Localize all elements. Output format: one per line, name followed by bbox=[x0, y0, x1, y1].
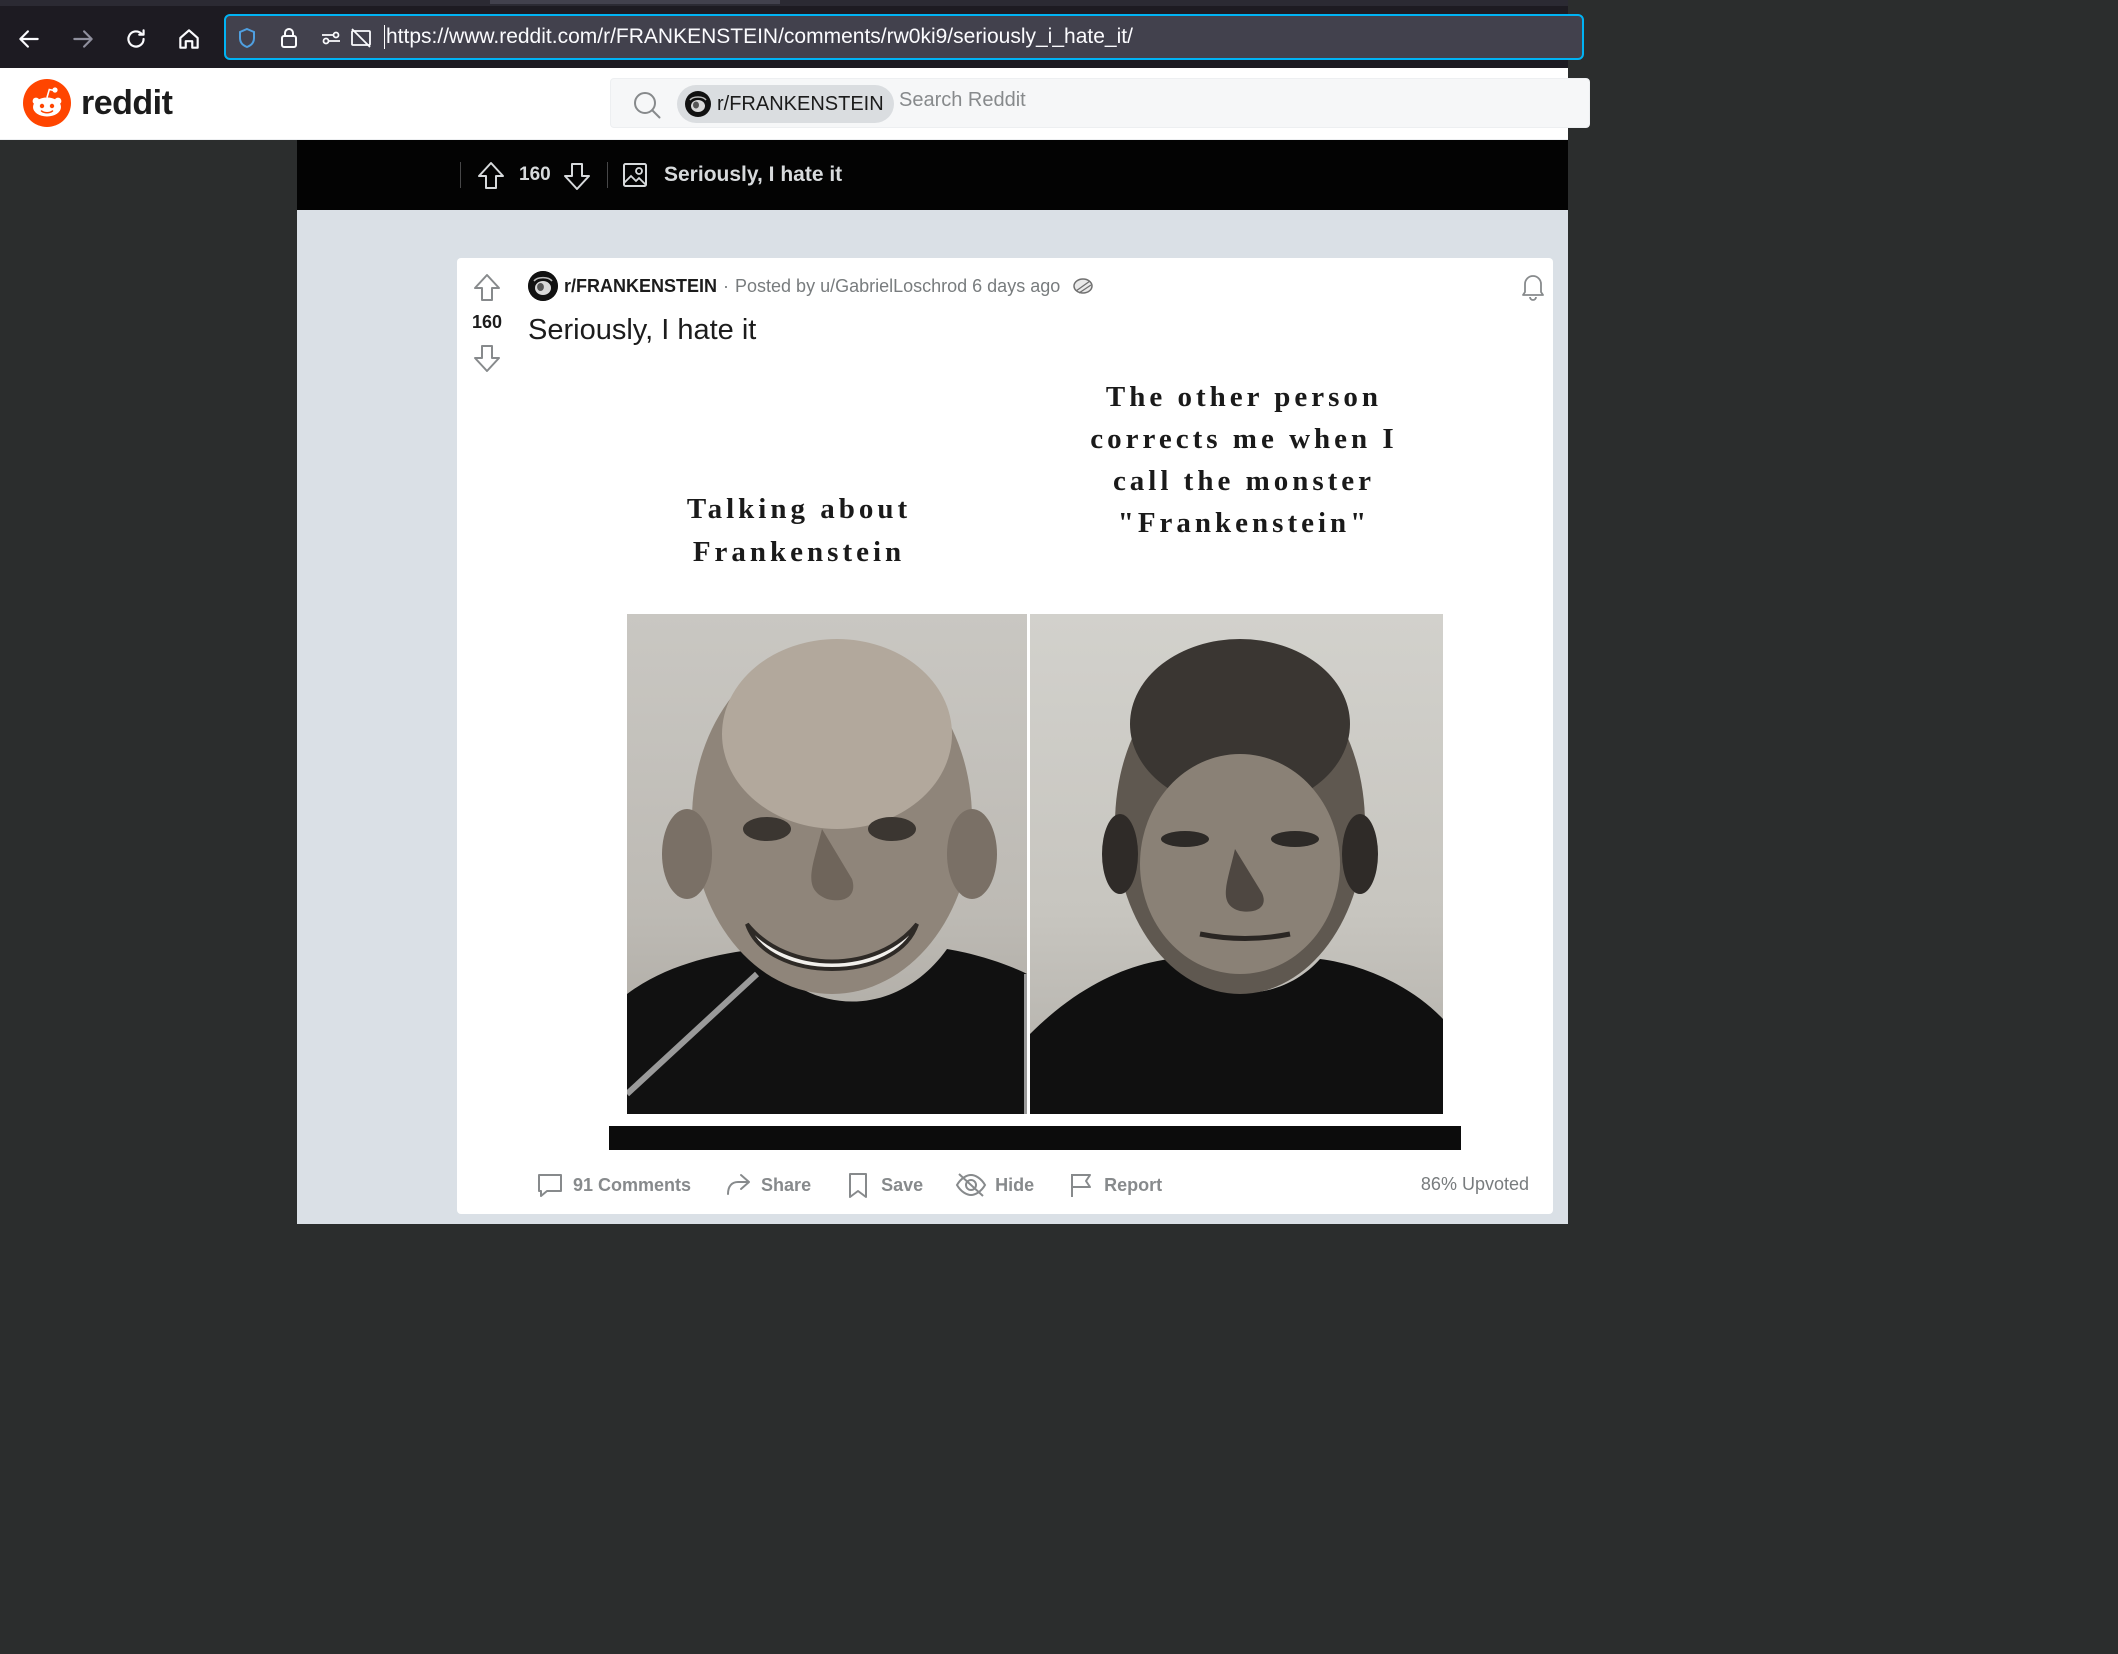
flag-icon bbox=[1071, 1174, 1092, 1197]
upvote-percentage: 86% Upvoted bbox=[1420, 1174, 1529, 1194]
post-sticky-bar: 160 Seriously, I hate it bbox=[297, 140, 1568, 210]
upvote-icon[interactable] bbox=[475, 160, 507, 192]
hide-eye-icon bbox=[955, 1173, 987, 1197]
tab-strip bbox=[0, 0, 1568, 6]
award-icon[interactable] bbox=[1070, 273, 1096, 299]
divider bbox=[460, 162, 461, 188]
bell-icon[interactable] bbox=[1517, 270, 1549, 302]
overlay-backdrop[interactable] bbox=[0, 140, 297, 1224]
share-button[interactable]: Share bbox=[723, 1170, 811, 1200]
post-card: 160 r/FRANKENSTEIN · Posted by u/Gabriel… bbox=[457, 258, 1553, 1214]
subreddit-link[interactable]: r/FRANKENSTEIN bbox=[564, 276, 717, 297]
home-icon bbox=[179, 29, 199, 49]
meme-caption-right: The other person corrects me when I call… bbox=[1090, 381, 1398, 539]
url-text[interactable]: https://www.reddit.com/r/FRANKENSTEIN/co… bbox=[384, 25, 1133, 49]
save-button[interactable]: Save bbox=[843, 1170, 923, 1200]
forward-arrow-icon bbox=[73, 30, 93, 48]
meta-separator: · bbox=[723, 275, 730, 296]
reload-button[interactable] bbox=[119, 22, 153, 56]
forward-button[interactable] bbox=[66, 22, 100, 56]
vote-score: 160 bbox=[471, 312, 503, 332]
post-image[interactable]: Talking about Frankenstein The other per… bbox=[609, 368, 1461, 1150]
search-chip-label: r/FRANKENSTEIN bbox=[717, 92, 884, 115]
meme-caption-left: Talking about Frankenstein bbox=[686, 493, 912, 568]
image-post-icon bbox=[623, 163, 647, 187]
search-icon bbox=[634, 92, 661, 119]
downvote-icon[interactable] bbox=[561, 160, 593, 192]
sticky-vote-score: 160 bbox=[519, 164, 551, 185]
search-input[interactable] bbox=[899, 89, 1299, 112]
downvote-icon[interactable] bbox=[471, 342, 503, 374]
reddit-wordmark: reddit bbox=[81, 83, 173, 122]
save-label: Save bbox=[881, 1174, 924, 1195]
comments-label: 91 Comments bbox=[573, 1174, 692, 1195]
hide-button[interactable]: Hide bbox=[955, 1170, 1034, 1200]
permissions-icon[interactable] bbox=[318, 25, 344, 51]
subreddit-avatar-icon[interactable] bbox=[528, 271, 558, 301]
report-label: Report bbox=[1104, 1174, 1163, 1195]
report-button[interactable]: Report bbox=[1066, 1170, 1162, 1200]
post-meta: r/FRANKENSTEIN · Posted by u/GabrielLosc… bbox=[528, 271, 1096, 301]
home-button[interactable] bbox=[172, 22, 206, 56]
share-icon bbox=[727, 1174, 751, 1195]
hide-label: Hide bbox=[995, 1174, 1035, 1195]
sticky-post-title[interactable]: Seriously, I hate it bbox=[664, 163, 842, 187]
browser-toolbar: https://www.reddit.com/r/FRANKENSTEIN/co… bbox=[0, 0, 1584, 68]
shield-icon[interactable] bbox=[234, 25, 260, 51]
back-arrow-icon bbox=[19, 30, 39, 48]
search-bar[interactable]: r/FRANKENSTEIN bbox=[610, 78, 1590, 128]
posted-by[interactable]: Posted by u/GabrielLoschrod bbox=[735, 276, 967, 297]
lock-icon[interactable] bbox=[276, 25, 302, 51]
comment-icon bbox=[538, 1174, 562, 1197]
blocked-media-icon[interactable] bbox=[348, 25, 374, 51]
meme-photo-serious bbox=[1030, 614, 1443, 1114]
upvote-icon[interactable] bbox=[471, 272, 503, 304]
back-button[interactable] bbox=[12, 22, 46, 56]
reddit-header: reddit r/FRANKENSTEIN bbox=[0, 68, 1590, 140]
subreddit-search-chip[interactable]: r/FRANKENSTEIN bbox=[677, 85, 894, 123]
post-title[interactable]: Seriously, I hate it bbox=[528, 314, 756, 347]
post-actions: 91 Comments Share Save Hide Report bbox=[535, 1168, 1194, 1202]
comments-button[interactable]: 91 Comments bbox=[535, 1170, 691, 1200]
divider bbox=[607, 162, 608, 188]
share-label: Share bbox=[761, 1174, 812, 1195]
post-time[interactable]: 6 days ago bbox=[972, 276, 1060, 297]
meme-photo-smiling bbox=[627, 614, 1027, 1114]
url-bar[interactable]: https://www.reddit.com/r/FRANKENSTEIN/co… bbox=[224, 14, 1584, 60]
subreddit-avatar-icon bbox=[685, 91, 711, 117]
reddit-logo[interactable]: reddit bbox=[23, 79, 173, 127]
bookmark-icon bbox=[849, 1173, 868, 1198]
active-tab-indicator[interactable] bbox=[490, 0, 780, 4]
reddit-snoo-icon bbox=[23, 79, 71, 127]
meme-bottom-strip bbox=[609, 1126, 1461, 1150]
reload-icon bbox=[127, 29, 145, 48]
